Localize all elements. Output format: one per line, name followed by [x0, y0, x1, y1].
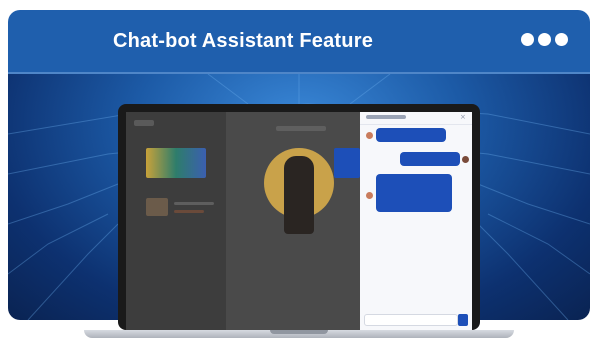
- laptop-mockup: ×: [118, 104, 480, 330]
- app-card-image: [146, 148, 206, 178]
- presenter-figure: [284, 156, 314, 234]
- app-text-line: [174, 210, 204, 213]
- user-avatar: [462, 156, 469, 163]
- chat-header-title: [366, 115, 406, 119]
- chat-panel: ×: [360, 112, 472, 330]
- app-sidebar: [126, 112, 226, 330]
- app-title-bar: [276, 126, 326, 131]
- chat-header: ×: [360, 112, 472, 125]
- laptop-screen: ×: [126, 112, 472, 330]
- card-header: Chat-bot Assistant Feature: [8, 10, 590, 72]
- chat-input[interactable]: [364, 314, 458, 326]
- card-title: Chat-bot Assistant Feature: [112, 30, 374, 52]
- user-message: [400, 152, 460, 166]
- bot-message: [376, 128, 446, 142]
- send-button[interactable]: [458, 314, 468, 326]
- dot: [538, 33, 551, 46]
- close-icon[interactable]: ×: [460, 114, 466, 121]
- app-text-line: [174, 202, 214, 205]
- bot-avatar: [366, 132, 373, 139]
- dot: [521, 33, 534, 46]
- app-highlight-card: [334, 148, 360, 178]
- dot: [555, 33, 568, 46]
- app-card-thumb: [146, 198, 168, 216]
- laptop-notch: [270, 330, 328, 334]
- app-logo: [134, 120, 154, 126]
- bot-avatar: [366, 192, 373, 199]
- bot-message: [376, 174, 452, 212]
- more-dots-icon[interactable]: [521, 33, 568, 46]
